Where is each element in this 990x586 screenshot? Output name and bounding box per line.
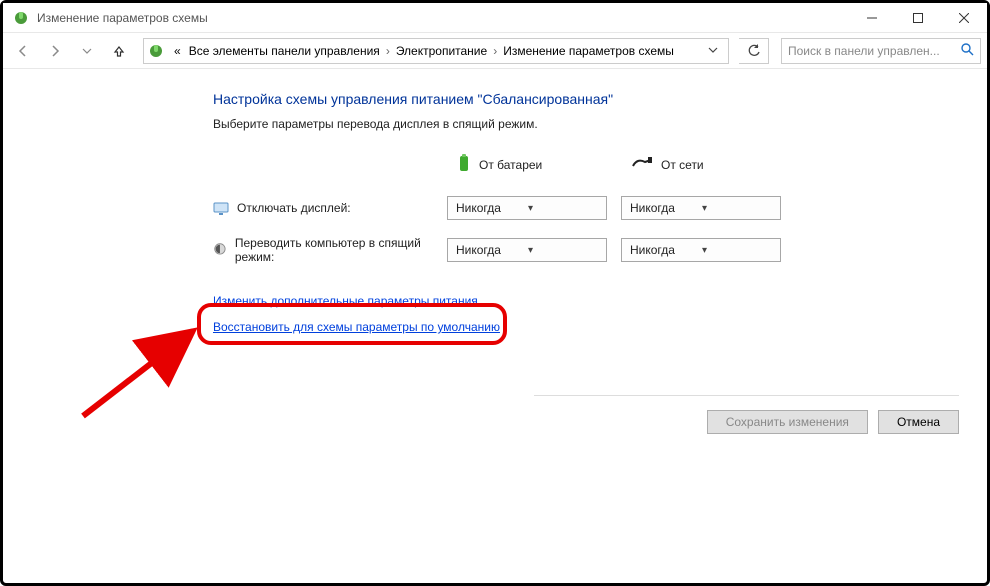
recent-dropdown[interactable]: [73, 37, 101, 65]
row-display-label: Отключать дисплей:: [213, 190, 433, 226]
cancel-button[interactable]: Отмена: [878, 410, 959, 434]
page-heading: Настройка схемы управления питанием "Сба…: [213, 91, 987, 107]
display-battery-select[interactable]: Никогда ▾: [447, 196, 607, 220]
display-icon: [213, 200, 229, 216]
chevron-down-icon: ▾: [528, 245, 600, 256]
address-bar[interactable]: « Все элементы панели управления › Элект…: [143, 38, 729, 64]
page-subheading: Выберите параметры перевода дисплея в сп…: [213, 117, 987, 131]
breadcrumb-item[interactable]: Изменение параметров схемы: [499, 44, 678, 58]
content-area: Настройка схемы управления питанием "Сба…: [3, 69, 987, 346]
close-button[interactable]: [941, 3, 987, 33]
breadcrumb-item[interactable]: Электропитание: [392, 44, 491, 58]
row-sleep-label: Переводить компьютер в спящий режим:: [213, 226, 433, 274]
minimize-button[interactable]: [849, 3, 895, 33]
chevron-down-icon: ▾: [702, 245, 774, 256]
settings-grid: От батареи От сети Отключать дисплей: Ни…: [213, 149, 987, 274]
plug-icon: [631, 156, 653, 173]
window-title: Изменение параметров схемы: [37, 11, 849, 25]
search-input[interactable]: Поиск в панели управлен...: [781, 38, 981, 64]
chevron-down-icon: ▾: [528, 203, 600, 214]
forward-button[interactable]: [41, 37, 69, 65]
sleep-icon: [213, 242, 227, 258]
maximize-button[interactable]: [895, 3, 941, 33]
battery-icon: [457, 153, 471, 176]
power-icon: [148, 43, 164, 59]
search-icon: [961, 43, 974, 59]
address-dropdown[interactable]: [702, 44, 724, 58]
back-button[interactable]: [9, 37, 37, 65]
restore-defaults-link[interactable]: Восстановить для схемы параметры по умол…: [213, 320, 500, 334]
breadcrumb-item[interactable]: Все элементы панели управления: [185, 44, 384, 58]
sleep-ac-select[interactable]: Никогда ▾: [621, 238, 781, 262]
col-header-battery-label: От батареи: [479, 158, 542, 172]
save-button[interactable]: Сохранить изменения: [707, 410, 868, 434]
display-ac-select[interactable]: Никогда ▾: [621, 196, 781, 220]
nav-bar: « Все элементы панели управления › Элект…: [3, 33, 987, 69]
chevron-down-icon: ▾: [702, 203, 774, 214]
chevron-right-icon: ›: [493, 44, 497, 58]
links-block: Изменить дополнительные параметры питани…: [213, 294, 987, 346]
advanced-settings-link[interactable]: Изменить дополнительные параметры питани…: [213, 294, 478, 308]
col-header-battery: От батареи: [447, 149, 607, 190]
sleep-battery-select[interactable]: Никогда ▾: [447, 238, 607, 262]
refresh-button[interactable]: [739, 38, 769, 64]
app-icon: [13, 10, 29, 26]
button-row: Сохранить изменения Отмена: [534, 395, 959, 434]
col-header-ac-label: От сети: [661, 158, 704, 172]
title-bar: Изменение параметров схемы: [3, 3, 987, 33]
up-button[interactable]: [105, 37, 133, 65]
chevron-right-icon: ›: [386, 44, 390, 58]
search-placeholder: Поиск в панели управлен...: [788, 44, 957, 58]
col-header-ac: От сети: [621, 152, 781, 187]
breadcrumb-prefix: «: [170, 44, 185, 58]
